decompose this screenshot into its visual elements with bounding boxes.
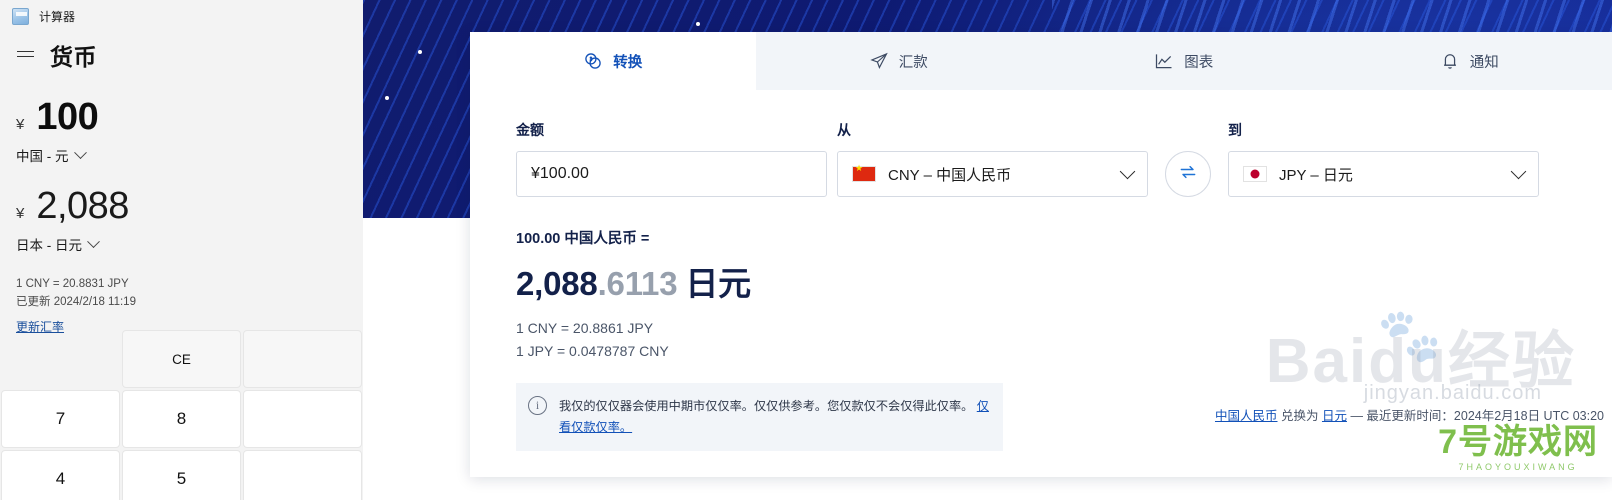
- converter-form: 金额 ¥100.00 从 CNY – 中国人民币: [516, 120, 1566, 197]
- to-amount-row[interactable]: ¥ 2,088: [16, 187, 347, 225]
- calculator-titlebar: 计算器: [0, 0, 363, 32]
- key-8[interactable]: 8: [122, 390, 241, 448]
- decorative-dot: [696, 22, 700, 26]
- browser-content: 转换 汇款 图表 通知 金额 ¥100.00 从 ★ CNY – 中国人民币 到…: [363, 0, 1612, 500]
- chevron-down-icon: [1119, 163, 1136, 180]
- swap-currencies-button[interactable]: [1165, 151, 1211, 197]
- calculator-title-label: 计算器: [39, 9, 76, 24]
- calculator-app-window: 计算器 货币 ¥ 100 中国 - 元 ¥ 2,088 日本 - 日元 1 CN…: [0, 0, 363, 500]
- decorative-dot: [418, 50, 422, 54]
- conversion-result: 100.00 中国人民币 = 2,088.6113 日元 1 CNY = 20.8…: [516, 227, 1566, 363]
- result-decimal-part: .6113: [597, 265, 678, 302]
- rate-disclaimer-notice: i 我仅的仅仅器会使用中期市仅仅率。仅仅供参考。您仅款仅不会仅得此仅率。 仅看仅…: [516, 383, 1003, 451]
- key-clear-entry[interactable]: CE: [122, 330, 241, 388]
- screen: 计算器 货币 ¥ 100 中国 - 元 ¥ 2,088 日本 - 日元 1 CN…: [0, 0, 1612, 500]
- notice-text-wrap: 我仅的仅仅器会使用中期市仅仅率。仅仅供参考。您仅款仅不会仅得此仅率。 仅看仅款仅…: [559, 396, 989, 437]
- key-9[interactable]: [243, 390, 362, 448]
- amount-label: 金额: [516, 122, 544, 138]
- from-currency-value: CNY – 中国人民币: [888, 166, 1012, 184]
- amount-field-group: 金额 ¥100.00: [516, 120, 827, 197]
- tab-alerts[interactable]: 通知: [1327, 32, 1612, 90]
- chevron-down-icon: [87, 234, 100, 248]
- tab-convert-label: 转换: [613, 54, 643, 71]
- from-amount-value: 100: [36, 96, 99, 138]
- result-converted-amount: 2,088.6113 日元: [516, 257, 1566, 305]
- key-7[interactable]: 7: [1, 390, 120, 448]
- to-currency-select[interactable]: JPY – 日元: [1228, 151, 1539, 197]
- footnote-tail: — 最近更新时间：2024年2月18日 UTC 03:20: [1346, 409, 1604, 423]
- line-chart-icon: [1154, 51, 1174, 71]
- from-label: 从: [837, 122, 851, 138]
- from-amount-row[interactable]: ¥ 100: [16, 98, 347, 136]
- key-4[interactable]: 4: [1, 450, 120, 500]
- result-integer-part: 2,088: [516, 265, 598, 302]
- notice-text: 我仅的仅仅器会使用中期市仅仅率。仅仅供参考。您仅款仅不会仅得此仅率。: [559, 399, 974, 414]
- calculator-conversion-block: ¥ 100 中国 - 元 ¥ 2,088 日本 - 日元 1 CNY = 20.…: [0, 98, 363, 336]
- to-currency-group: 到 JPY – 日元: [1228, 120, 1539, 197]
- tab-alerts-label: 通知: [1469, 54, 1499, 71]
- paper-plane-icon: [869, 51, 889, 71]
- from-currency-symbol: ¥: [16, 116, 25, 133]
- bell-icon: [1440, 51, 1460, 71]
- result-rate-lines: 1 CNY = 20.8861 JPY 1 JPY = 0.0478787 CN…: [516, 317, 1566, 363]
- footnote: 中国人民币 兑换为 日元 — 最近更新时间：2024年2月18日 UTC 03:…: [1215, 405, 1604, 424]
- tab-convert[interactable]: 转换: [470, 32, 756, 90]
- decorative-dot: [385, 96, 389, 100]
- to-currency-selector[interactable]: 日本 - 日元: [16, 234, 347, 254]
- result-source-amount: 100.00 中国人民币 =: [516, 231, 650, 247]
- footnote-link-from[interactable]: 中国人民币: [1215, 409, 1278, 423]
- tab-remittance[interactable]: 汇款: [756, 32, 1042, 90]
- key-5[interactable]: 5: [122, 450, 241, 500]
- footnote-mid: 兑换为: [1277, 409, 1322, 423]
- swap-button-wrap: [1148, 151, 1228, 197]
- calculator-header: 货币: [0, 32, 363, 76]
- tab-remittance-label: 汇款: [898, 54, 928, 71]
- keypad-spacer: [1, 330, 120, 388]
- flag-japan-icon: [1243, 166, 1267, 182]
- tab-chart-label: 图表: [1184, 54, 1214, 71]
- swap-arrows-icon: [1178, 162, 1198, 187]
- page-title: 货币: [50, 44, 97, 70]
- tab-chart[interactable]: 图表: [1041, 32, 1327, 90]
- rate-line-forward: 1 CNY = 20.8861 JPY: [516, 320, 654, 336]
- updated-line: 已更新 2024/2/18 11:19: [16, 295, 136, 308]
- from-currency-select[interactable]: CNY – 中国人民币: [837, 151, 1148, 197]
- amount-input[interactable]: ¥100.00: [516, 151, 827, 197]
- chevron-down-icon: [73, 145, 87, 159]
- from-currency-label: 中国 - 元: [16, 149, 69, 164]
- rate-line: 1 CNY = 20.8831 JPY: [16, 278, 129, 290]
- result-currency-unit: 日元: [685, 265, 751, 302]
- to-currency-symbol: ¥: [16, 205, 25, 222]
- key-6[interactable]: [243, 450, 362, 500]
- chevron-down-icon: [1510, 163, 1527, 180]
- rate-line-reverse: 1 JPY = 0.0478787 CNY: [516, 343, 669, 360]
- info-icon: i: [528, 396, 547, 416]
- key-backspace[interactable]: [243, 330, 362, 388]
- converter-tabs: 转换 汇款 图表 通知: [470, 32, 1612, 90]
- calculator-icon: [12, 7, 29, 25]
- calculator-keypad: CE 7 8 4 5: [0, 330, 363, 500]
- flag-china-icon: [852, 164, 876, 182]
- coin-exchange-icon: [583, 51, 603, 71]
- footnote-link-to[interactable]: 日元: [1322, 409, 1347, 423]
- to-currency-value: JPY – 日元: [1279, 166, 1353, 184]
- rate-info: 1 CNY = 20.8831 JPY 已更新 2024/2/18 11:19: [16, 276, 347, 312]
- from-currency-group: 从 CNY – 中国人民币: [837, 120, 1148, 197]
- from-currency-selector[interactable]: 中国 - 元: [16, 145, 347, 165]
- to-label: 到: [1228, 122, 1242, 138]
- to-currency-label: 日本 - 日元: [16, 238, 82, 253]
- to-amount-value: 2,088: [36, 185, 129, 227]
- hamburger-menu-icon[interactable]: [16, 47, 36, 63]
